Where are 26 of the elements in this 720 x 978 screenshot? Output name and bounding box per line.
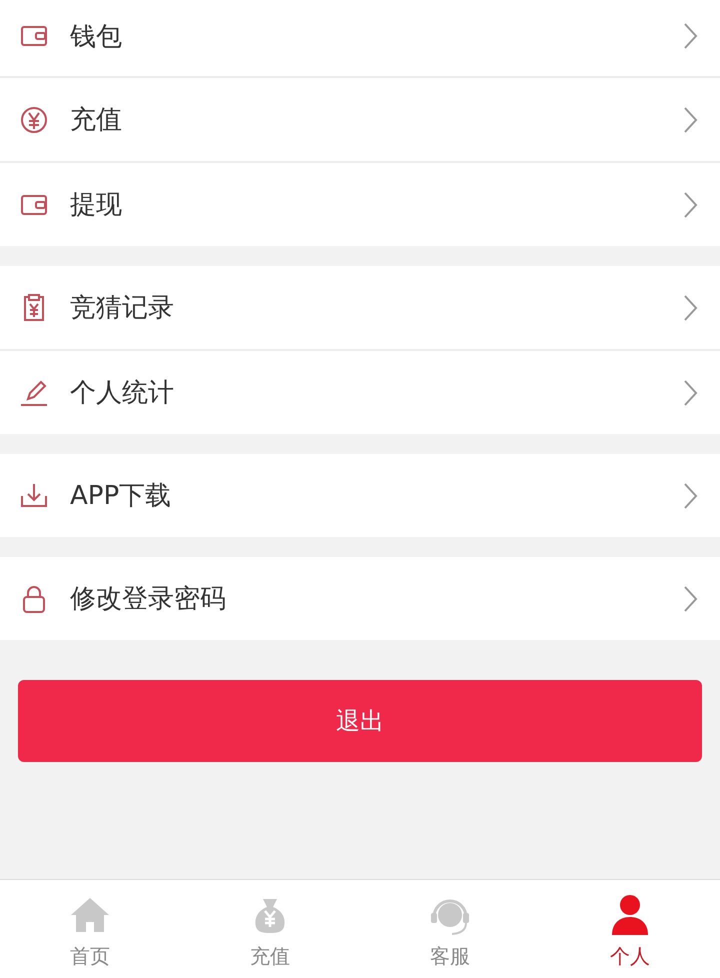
menu-label: 充值 (70, 104, 123, 137)
menu-item[interactable]: 竞猜记录 (0, 266, 720, 349)
menu-item[interactable]: 提现 (0, 163, 720, 246)
menu-item[interactable]: 钱包 (0, 0, 720, 76)
tab[interactable]: 充值 (180, 880, 360, 978)
chevron-icon (682, 106, 698, 134)
menu-label: 竞猜记录 (70, 292, 175, 325)
menu-label: 钱包 (70, 20, 123, 54)
chevron-icon (682, 378, 698, 406)
menu-item[interactable]: 充值 (0, 78, 720, 161)
chevron-icon (682, 190, 698, 218)
chevron-icon (682, 482, 698, 510)
menu-item[interactable]: APP下载 (0, 454, 720, 537)
tab[interactable]: 客服 (360, 880, 540, 978)
tab[interactable]: 首页 (0, 880, 180, 978)
menu-label: 修改登录密码 (70, 583, 227, 616)
menu-label: 提现 (70, 189, 123, 222)
menu-item[interactable]: 修改登录密码 (0, 557, 720, 640)
chevron-icon (682, 584, 698, 612)
logout-button[interactable]: 退出 (18, 680, 702, 762)
tab[interactable]: 个人 (540, 880, 720, 978)
chevron-icon (682, 294, 698, 322)
menu-label: 个人统计 (70, 377, 175, 410)
menu-label: APP下载 (70, 480, 172, 513)
chevron-icon (682, 22, 698, 50)
menu-item[interactable]: 个人统计 (0, 351, 720, 434)
